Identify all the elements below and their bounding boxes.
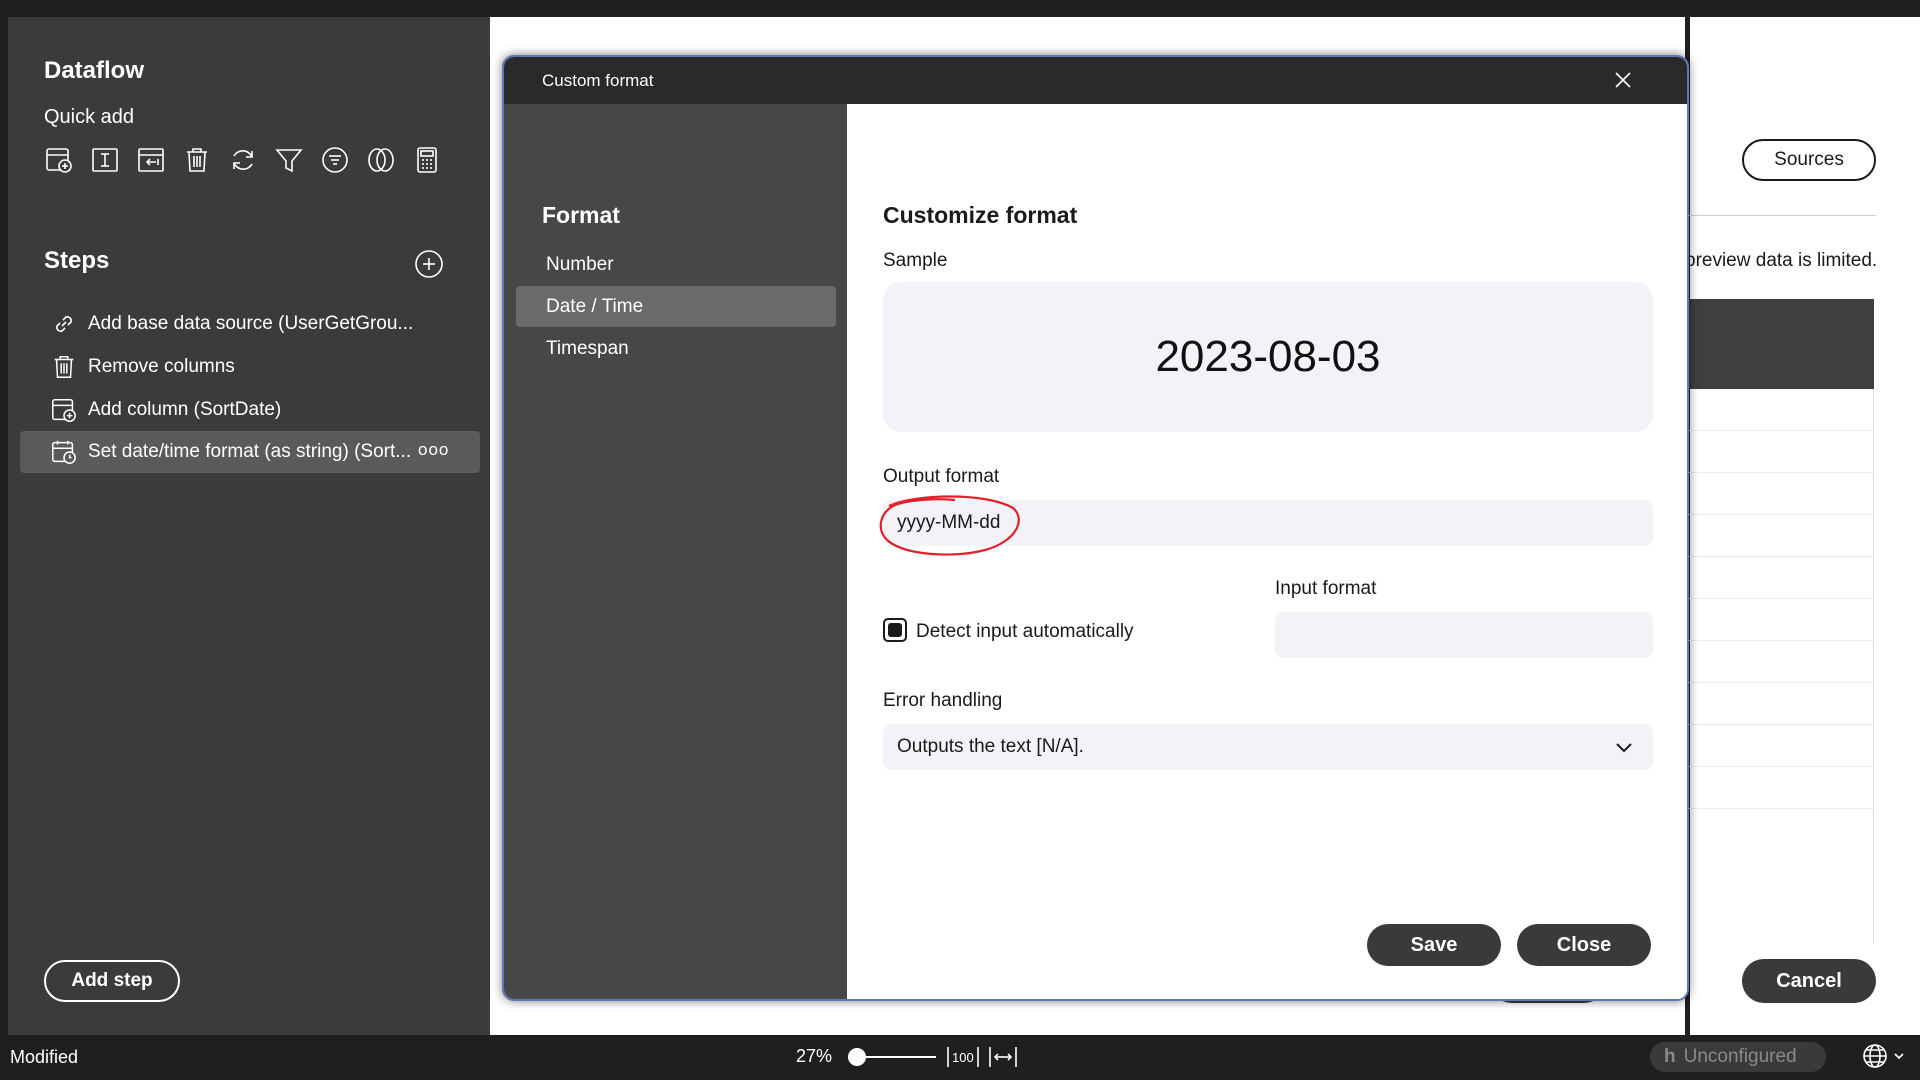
fit-width-icon[interactable] — [988, 1045, 1018, 1069]
window-top-bar — [0, 0, 1920, 17]
save-button[interactable]: Save — [1367, 924, 1501, 966]
sources-button[interactable]: Sources — [1742, 139, 1876, 181]
output-format-label: Output format — [883, 466, 1000, 487]
calendar-clock-icon — [50, 438, 78, 466]
more-options-icon[interactable]: ooo — [418, 440, 449, 460]
calculator-icon[interactable] — [410, 143, 444, 177]
custom-format-dialog: Custom format Format Number Date / Time … — [502, 55, 1689, 1001]
content-heading: Customize format — [883, 202, 1078, 228]
dialog-titlebar: Custom format — [504, 57, 1687, 104]
cancel-button[interactable]: Cancel — [1742, 959, 1876, 1003]
add-step-button[interactable]: Add step — [44, 960, 180, 1002]
zoom-100-label: 100 — [952, 1049, 974, 1065]
filter-icon[interactable] — [272, 143, 306, 177]
detect-input-checkbox[interactable] — [883, 618, 907, 642]
input-format-input[interactable] — [1275, 612, 1653, 658]
unconfigured-label: Unconfigured — [1683, 1046, 1797, 1067]
nav-item-number[interactable]: Number — [516, 244, 836, 285]
step-item[interactable]: Remove columns — [20, 346, 480, 388]
zoom-slider-handle[interactable] — [848, 1048, 866, 1066]
globe-icon[interactable] — [1862, 1043, 1888, 1069]
close-button[interactable]: Close — [1517, 924, 1651, 966]
unconfigured-badge[interactable]: h Unconfigured — [1650, 1042, 1826, 1072]
sample-label: Sample — [883, 250, 948, 271]
status-text: Modified — [10, 1047, 79, 1067]
step-item[interactable]: Add column (SortDate) — [20, 389, 480, 431]
status-bar: Modified 27% 100 h Unconfigured — [0, 1035, 1920, 1080]
detect-input-label: Detect input automatically — [916, 621, 1134, 642]
import-icon[interactable] — [134, 143, 168, 177]
steps-title: Steps — [44, 247, 110, 274]
error-handling-label: Error handling — [883, 690, 1003, 711]
nav-item-date-time[interactable]: Date / Time — [516, 286, 836, 327]
zoom-100-button[interactable]: 100 — [946, 1045, 980, 1069]
chevron-down-icon[interactable] — [1892, 1049, 1906, 1063]
add-step-plus-icon[interactable] — [414, 249, 444, 279]
input-format-label: Input format — [1275, 578, 1377, 599]
venn-icon[interactable] — [364, 143, 398, 177]
add-table-icon — [50, 396, 78, 424]
step-label: Set date/time format (as string) (Sort..… — [88, 441, 412, 462]
checkbox-checked-mark — [888, 623, 902, 637]
refresh-icon[interactable] — [226, 143, 260, 177]
dialog-nav: Format Number Date / Time Timespan — [504, 104, 847, 999]
dialog-title: Custom format — [542, 71, 654, 90]
dialog-content: Customize format Sample 2023-08-03 Outpu… — [847, 104, 1687, 999]
preview-note: preview data is limited. — [1685, 250, 1878, 271]
sample-preview: 2023-08-03 — [883, 282, 1653, 432]
quick-add-toolbar — [42, 143, 444, 177]
step-label: Add column (SortDate) — [88, 399, 282, 420]
sample-value: 2023-08-03 — [1155, 332, 1381, 381]
sidebar-title: Dataflow — [44, 57, 145, 84]
chevron-down-icon — [1613, 736, 1635, 758]
trash-icon — [50, 353, 78, 381]
red-circle-annotation — [875, 494, 1025, 558]
zoom-level: 27% — [796, 1046, 833, 1066]
error-handling-value: Outputs the text [N/A]. — [897, 736, 1084, 757]
dataflow-sidebar: Dataflow Quick add Steps Add base data s… — [8, 17, 490, 1035]
h-logo-icon: h — [1664, 1046, 1676, 1067]
trash-icon[interactable] — [180, 143, 214, 177]
step-label: Add base data source (UserGetGrou... — [88, 313, 414, 334]
filter-list-icon[interactable] — [318, 143, 352, 177]
quick-add-label: Quick add — [44, 106, 135, 128]
error-handling-select[interactable]: Outputs the text [N/A]. — [883, 724, 1653, 770]
nav-item-timespan[interactable]: Timespan — [516, 328, 836, 369]
step-label: Remove columns — [88, 356, 235, 377]
nav-title: Format — [542, 202, 620, 228]
text-cursor-icon[interactable] — [88, 143, 122, 177]
add-table-icon[interactable] — [42, 143, 76, 177]
step-item-selected[interactable]: Set date/time format (as string) (Sort..… — [20, 431, 480, 473]
link-icon — [50, 310, 78, 338]
step-item[interactable]: Add base data source (UserGetGrou... — [20, 303, 480, 345]
close-icon[interactable] — [1610, 67, 1636, 93]
